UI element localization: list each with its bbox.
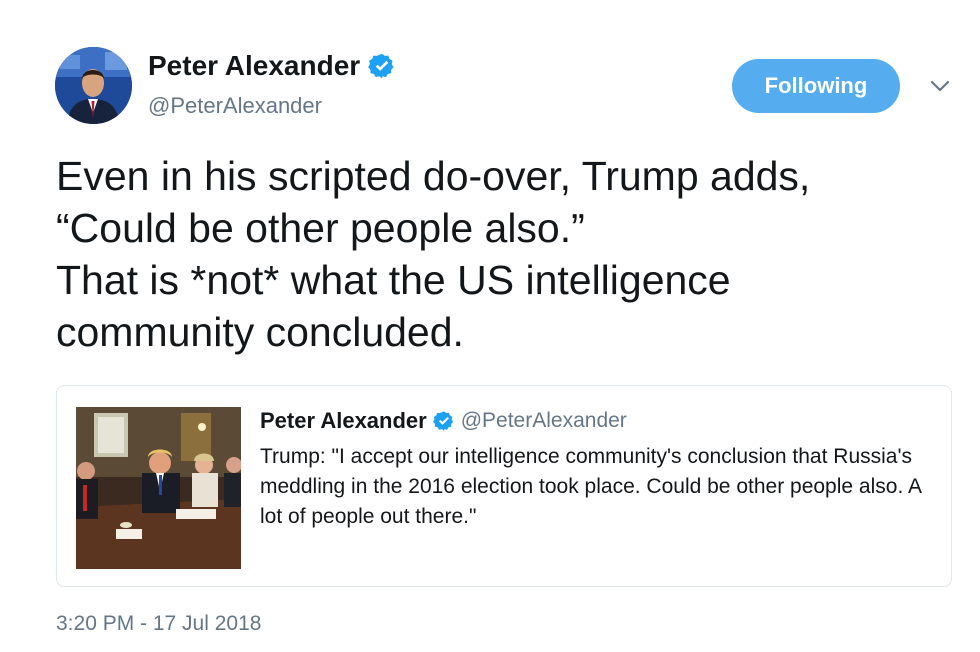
meeting-photo xyxy=(76,407,241,569)
verified-badge-icon xyxy=(432,411,453,431)
avatar-photo xyxy=(55,47,132,124)
avatar[interactable] xyxy=(55,47,132,124)
quoted-tweet[interactable]: Peter Alexander @PeterAlexander Trump: "… xyxy=(56,385,952,587)
quoted-tweet-header: Peter Alexander @PeterAlexander xyxy=(260,408,627,434)
quoted-author-name: Peter Alexander xyxy=(260,408,427,433)
author-name-label: Peter Alexander xyxy=(148,50,361,81)
tweet-timestamp[interactable]: 3:20 PM - 17 Jul 2018 xyxy=(56,612,261,636)
author-handle[interactable]: @PeterAlexander xyxy=(148,93,322,119)
quoted-tweet-image[interactable] xyxy=(76,407,241,569)
tweet-text: Even in his scripted do-over, Trump adds… xyxy=(56,153,811,355)
quoted-author-handle: @PeterAlexander xyxy=(460,409,627,432)
tweet-card: Peter Alexander @PeterAlexander Followin… xyxy=(0,0,980,652)
author-name[interactable]: Peter Alexander xyxy=(148,50,396,82)
quoted-tweet-text: Trump: "I accept our intelligence commun… xyxy=(260,445,921,528)
chevron-down-icon[interactable] xyxy=(928,74,952,98)
following-button[interactable]: Following xyxy=(732,59,900,113)
verified-badge-icon xyxy=(368,53,394,79)
